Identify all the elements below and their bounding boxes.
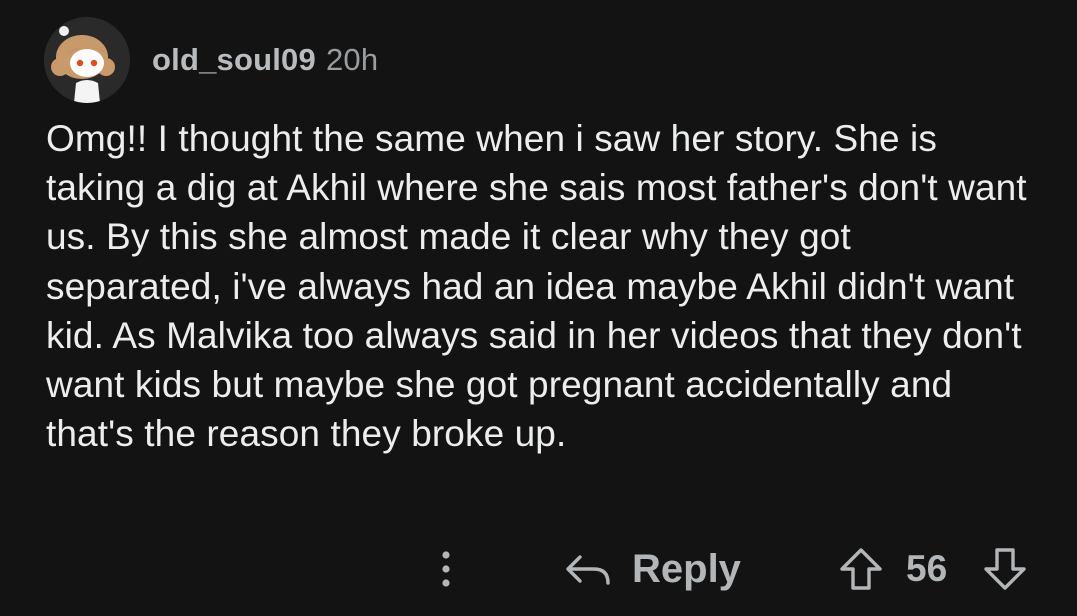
- snoo-avatar-icon: [44, 17, 130, 103]
- comment-timestamp: 20h: [325, 42, 379, 77]
- avatar[interactable]: [44, 17, 130, 103]
- more-options-button[interactable]: [426, 544, 466, 594]
- downvote-button[interactable]: [980, 544, 1030, 594]
- comment-actions: Reply 56: [0, 534, 1077, 604]
- vote-count: 56: [906, 548, 948, 589]
- username-link[interactable]: old_soul09: [152, 42, 316, 78]
- upvote-arrow-icon: [840, 548, 882, 590]
- reply-label: Reply: [632, 546, 741, 591]
- comment-meta: old_soul09 20h: [152, 42, 378, 78]
- comment-header: old_soul09 20h: [44, 16, 378, 104]
- reply-arrow-icon: [566, 555, 610, 585]
- reply-button[interactable]: Reply: [564, 540, 741, 598]
- downvote-arrow-icon: [984, 548, 1026, 590]
- comment-body: Omg!! I thought the same when i saw her …: [46, 118, 1027, 455]
- comment-card: old_soul09 20h Omg!! I thought the same …: [0, 0, 1077, 616]
- upvote-button[interactable]: [836, 544, 886, 594]
- more-vertical-icon: [442, 551, 450, 587]
